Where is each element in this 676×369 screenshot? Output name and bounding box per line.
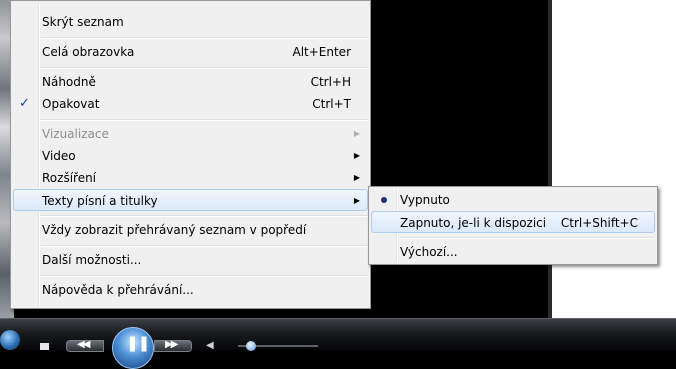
menu-item-label: Vypnuto <box>400 193 450 207</box>
playlist-pane[interactable] <box>552 0 676 318</box>
menu-item-label: Skrýt seznam <box>42 15 124 29</box>
menu-item-shortcut: Ctrl+H <box>310 75 351 89</box>
menu-item-label: Vizualizace <box>42 127 109 141</box>
menu-item-always-on-top[interactable]: Vždy zobrazit přehrávaný seznam v popřed… <box>13 219 368 241</box>
player-logo-icon[interactable] <box>0 330 20 350</box>
submenu-arrow-icon: ▶ <box>353 151 360 160</box>
player-controls-bar: ◀◀ ❚❚ ▶▶ ◀ <box>0 318 676 369</box>
menu-item-lyrics-subtitles[interactable]: Texty písní a titulky ▶ <box>13 189 368 211</box>
volume-knob[interactable] <box>246 341 256 351</box>
menu-separator <box>41 245 368 247</box>
context-menu: Skrýt seznam Celá obrazovka Alt+Enter Ná… <box>10 0 371 309</box>
submenu-arrow-icon: ▶ <box>353 129 360 138</box>
menu-item-fullscreen[interactable]: Celá obrazovka Alt+Enter <box>13 41 368 63</box>
menu-item-label: Video <box>42 149 76 163</box>
menu-separator <box>41 37 368 39</box>
video-letterbox <box>371 0 552 318</box>
menu-separator <box>41 275 368 277</box>
menu-item-repeat[interactable]: ✓ Opakovat Ctrl+T <box>13 93 368 115</box>
menu-item-label: Vždy zobrazit přehrávaný seznam v popřed… <box>42 223 307 237</box>
submenu-item-off[interactable]: Vypnuto <box>371 189 655 211</box>
checkmark-icon: ✓ <box>19 96 30 111</box>
menu-item-label: Nápověda k přehrávání... <box>42 283 194 297</box>
menu-item-label: Rozšíření <box>42 171 97 185</box>
submenu-arrow-icon: ▶ <box>353 173 360 182</box>
menu-item-shortcut: Alt+Enter <box>292 45 351 59</box>
speaker-icon: ◀ <box>206 340 214 351</box>
menu-item-label: Celá obrazovka <box>42 45 135 59</box>
previous-button[interactable]: ◀◀ <box>66 340 104 352</box>
submenu-arrow-icon: ▶ <box>353 196 360 205</box>
menu-item-label: Další možnosti... <box>42 253 142 267</box>
pause-icon: ❚❚ <box>126 334 150 352</box>
menu-item-enhancements[interactable]: Rozšíření ▶ <box>13 167 368 189</box>
menu-item-hide-list[interactable]: Skrýt seznam <box>13 11 368 33</box>
menu-item-playback-help[interactable]: Nápověda k přehrávání... <box>13 279 368 301</box>
menu-separator <box>41 67 368 69</box>
submenu-item-on-if-available[interactable]: Zapnuto, je-li k dispozici Ctrl+Shift+C <box>371 211 655 233</box>
next-button[interactable]: ▶▶ <box>154 340 192 352</box>
menu-separator <box>41 215 368 217</box>
menu-item-label: Texty písní a titulky <box>42 194 158 208</box>
menu-item-visualizations[interactable]: Vizualizace ▶ <box>13 123 368 145</box>
play-pause-button[interactable]: ❚❚ <box>112 327 154 369</box>
menu-item-label: Zapnuto, je-li k dispozici <box>400 216 547 230</box>
menu-separator <box>399 237 655 239</box>
menu-item-video[interactable]: Video ▶ <box>13 145 368 167</box>
menu-item-shortcut: Ctrl+T <box>312 97 351 111</box>
menu-item-shuffle[interactable]: Náhodně Ctrl+H <box>13 71 368 93</box>
radio-dot-icon <box>381 197 387 203</box>
menu-item-label: Výchozí... <box>400 245 458 259</box>
menu-item-more-options[interactable]: Další možnosti... <box>13 249 368 271</box>
lyrics-submenu: Vypnuto Zapnuto, je-li k dispozici Ctrl+… <box>368 186 658 265</box>
submenu-item-defaults[interactable]: Výchozí... <box>371 241 655 263</box>
menu-separator <box>41 119 368 121</box>
menu-item-label: Náhodně <box>42 75 96 89</box>
menu-item-label: Opakovat <box>42 97 100 111</box>
menu-item-shortcut: Ctrl+Shift+C <box>560 216 638 230</box>
